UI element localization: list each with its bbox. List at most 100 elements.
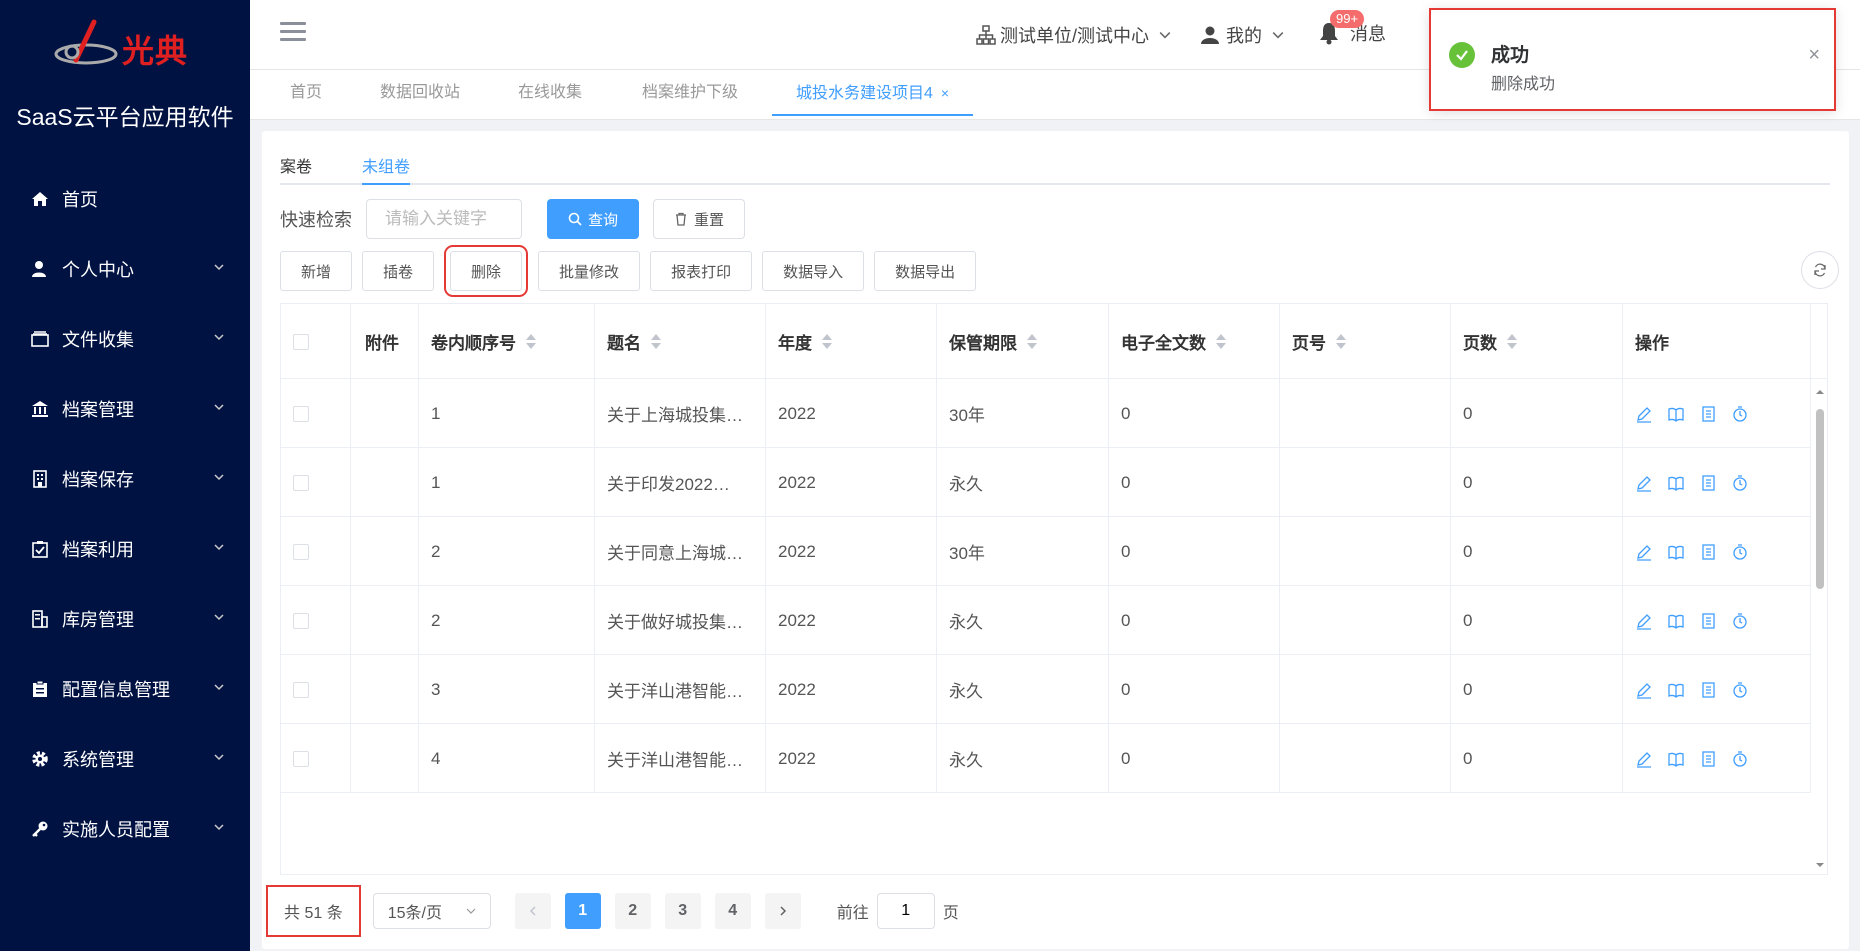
close-icon[interactable]: × — [941, 85, 949, 101]
sidebar-item-home[interactable]: 首页 — [0, 164, 250, 234]
org-switcher[interactable]: 测试单位/测试中心 — [976, 22, 1171, 48]
edit-icon[interactable] — [1635, 474, 1653, 492]
sort-icon[interactable] — [1507, 334, 1517, 349]
insert-volume-button[interactable]: 插卷 — [362, 251, 435, 291]
book-icon[interactable] — [1667, 474, 1685, 492]
col-header[interactable]: 保管期限 — [937, 304, 1109, 379]
goto-page-input[interactable] — [876, 893, 935, 929]
row-checkbox[interactable] — [293, 405, 309, 422]
query-button[interactable]: 查询 — [547, 199, 640, 239]
col-header[interactable]: 页数 — [1451, 304, 1623, 379]
close-icon[interactable]: × — [1808, 44, 1820, 67]
col-header[interactable]: 年度 — [766, 304, 937, 379]
scroll-up-icon[interactable] — [1813, 387, 1827, 397]
document-icon[interactable] — [1699, 543, 1717, 561]
sidebar-item-archive-save[interactable]: 档案保存 — [0, 444, 250, 514]
sidebar-item-file-collect[interactable]: 文件收集 — [0, 304, 250, 374]
col-header[interactable]: 电子全文数 — [1109, 304, 1280, 379]
page-1-button[interactable]: 1 — [564, 893, 601, 929]
subtab-unassembled[interactable]: 未组卷 — [362, 153, 411, 185]
table-row[interactable]: 1 关于上海城投集… 2022 30年 0 0 — [281, 379, 1811, 448]
edit-icon[interactable] — [1635, 405, 1653, 423]
timer-icon[interactable] — [1731, 612, 1749, 630]
table-row[interactable]: 1 关于印发2022… 2022 永久 0 0 — [281, 448, 1811, 517]
sidebar-item-warehouse[interactable]: 库房管理 — [0, 584, 250, 654]
tab-project[interactable]: 城投水务建设项目4 × — [772, 70, 974, 116]
next-page-button[interactable] — [764, 893, 801, 929]
row-checkbox[interactable] — [293, 612, 309, 629]
document-icon[interactable] — [1699, 681, 1717, 699]
sort-icon[interactable] — [822, 334, 832, 349]
add-button[interactable]: 新增 — [280, 251, 353, 291]
timer-icon[interactable] — [1731, 474, 1749, 492]
row-checkbox[interactable] — [293, 750, 309, 767]
scroll-thumb[interactable] — [1816, 409, 1824, 589]
book-icon[interactable] — [1667, 543, 1685, 561]
table-row[interactable]: 2 关于做好城投集… 2022 永久 0 0 — [281, 586, 1811, 655]
col-header[interactable]: 卷内顺序号 — [419, 304, 595, 379]
sort-icon[interactable] — [526, 334, 536, 349]
table-scrollbar[interactable] — [1813, 379, 1827, 874]
book-icon[interactable] — [1667, 405, 1685, 423]
row-checkbox[interactable] — [293, 543, 309, 560]
tab-online-collect[interactable]: 在线收集 — [518, 70, 582, 116]
page-3-button[interactable]: 3 — [664, 893, 701, 929]
sidebar-item-personal[interactable]: 个人中心 — [0, 234, 250, 304]
timer-icon[interactable] — [1731, 543, 1749, 561]
subtab-volume[interactable]: 案卷 — [280, 153, 312, 185]
col-header[interactable]: 题名 — [595, 304, 766, 379]
page-4-button[interactable]: 4 — [714, 893, 751, 929]
col-header[interactable]: 页号 — [1280, 304, 1451, 379]
document-icon[interactable] — [1699, 405, 1717, 423]
tab-recycle-bin[interactable]: 数据回收站 — [380, 70, 460, 116]
hamburger-menu-icon[interactable] — [280, 22, 306, 44]
timer-icon[interactable] — [1731, 405, 1749, 423]
document-icon[interactable] — [1699, 474, 1717, 492]
delete-button[interactable]: 删除 — [444, 245, 529, 297]
tab-archive-maintain[interactable]: 档案维护下级 — [642, 70, 738, 116]
prev-page-button[interactable] — [514, 893, 551, 929]
document-icon[interactable] — [1699, 750, 1717, 768]
table-row[interactable]: 4 关于洋山港智能… 2022 永久 0 0 — [281, 724, 1811, 793]
data-export-button[interactable]: 数据导出 — [874, 251, 977, 291]
tab-home[interactable]: 首页 — [290, 70, 322, 116]
edit-icon[interactable] — [1635, 681, 1653, 699]
table-row[interactable]: 2 关于同意上海城… 2022 30年 0 0 — [281, 517, 1811, 586]
user-menu[interactable]: 我的 — [1200, 22, 1284, 48]
sidebar-item-system[interactable]: 系统管理 — [0, 724, 250, 794]
cell-page_no — [1280, 379, 1451, 448]
scroll-down-icon[interactable] — [1813, 860, 1827, 870]
search-input[interactable] — [366, 199, 522, 239]
report-print-button[interactable]: 报表打印 — [650, 251, 753, 291]
page-size-select[interactable]: 15条/页 — [372, 893, 491, 929]
book-icon[interactable] — [1667, 612, 1685, 630]
data-import-button[interactable]: 数据导入 — [762, 251, 865, 291]
batch-edit-button[interactable]: 批量修改 — [538, 251, 641, 291]
attachment-cell — [351, 655, 419, 724]
timer-icon[interactable] — [1731, 681, 1749, 699]
refresh-button[interactable] — [1801, 251, 1839, 289]
document-icon[interactable] — [1699, 612, 1717, 630]
sidebar-item-implementer[interactable]: 实施人员配置 — [0, 794, 250, 864]
sort-icon[interactable] — [1216, 334, 1226, 349]
reset-button[interactable]: 重置 — [653, 199, 746, 239]
sidebar-item-label: 个人中心 — [62, 260, 134, 280]
sort-icon[interactable] — [1336, 334, 1346, 349]
subtabs: 案卷 未组卷 — [280, 145, 1830, 185]
sort-icon[interactable] — [651, 334, 661, 349]
book-icon[interactable] — [1667, 750, 1685, 768]
sidebar-item-archive-use[interactable]: 档案利用 — [0, 514, 250, 584]
select-all-checkbox[interactable] — [293, 333, 309, 350]
edit-icon[interactable] — [1635, 543, 1653, 561]
row-checkbox[interactable] — [293, 681, 309, 698]
edit-icon[interactable] — [1635, 750, 1653, 768]
page-2-button[interactable]: 2 — [614, 893, 651, 929]
book-icon[interactable] — [1667, 681, 1685, 699]
sort-icon[interactable] — [1027, 334, 1037, 349]
sidebar-item-archive-mgmt[interactable]: 档案管理 — [0, 374, 250, 444]
edit-icon[interactable] — [1635, 612, 1653, 630]
row-checkbox[interactable] — [293, 474, 309, 491]
table-row[interactable]: 3 关于洋山港智能… 2022 永久 0 0 — [281, 655, 1811, 724]
sidebar-item-config-info[interactable]: 配置信息管理 — [0, 654, 250, 724]
timer-icon[interactable] — [1731, 750, 1749, 768]
